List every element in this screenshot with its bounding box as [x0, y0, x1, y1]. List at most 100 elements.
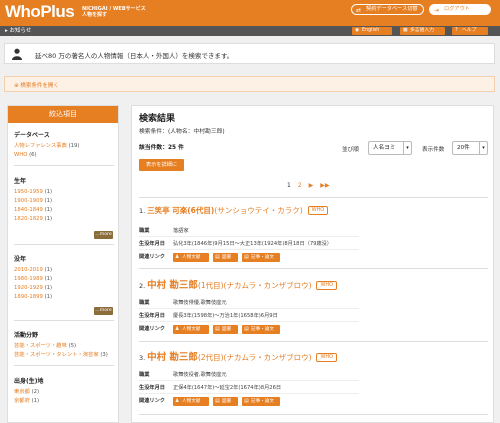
filter-item-count: (1)	[44, 276, 53, 282]
search-condition-toggle-label: ⊕ 検索条件を開く	[14, 83, 59, 89]
notice-link[interactable]: ▸ お知らせ	[5, 26, 31, 36]
contract-db-switch-button[interactable]: ⇄ 契約データベース切替	[351, 4, 424, 15]
chevron-down-icon: ▾	[479, 142, 487, 154]
filter-item-label: 2010-2019	[14, 267, 43, 273]
filter-item-label: 東京都	[14, 389, 30, 395]
filter-item[interactable]: 2010-2019 (1)	[14, 266, 114, 275]
result-name-link[interactable]: 中村 勘三郎	[147, 352, 198, 363]
globe-icon: ◉	[355, 28, 360, 33]
filter-item-label: 1950-1959	[14, 189, 43, 195]
multilingual-input-button[interactable]: ▦ 多言語入力	[400, 27, 445, 35]
divider	[139, 393, 359, 394]
birth-year-more-button[interactable]: ...more	[94, 231, 113, 239]
filter-item[interactable]: 1840-1849 (1)	[14, 206, 114, 215]
search-condition-text: 検索条件：(人物名：中村勘三郎)	[139, 129, 225, 135]
filter-item[interactable]: 芸能・スポーツ・タレント・演芸家 (3)	[14, 351, 114, 360]
search-condition-toggle-text: 検索条件を開く	[20, 83, 59, 89]
divider	[139, 321, 359, 322]
person-literature-label: 人物文献	[182, 255, 201, 260]
articles-button[interactable]: ▤ 記事・論文	[242, 397, 280, 406]
person-literature-label: 人物文献	[182, 399, 201, 404]
per-page-select[interactable]: 20件 ▾	[452, 141, 488, 155]
english-label: English	[362, 28, 380, 33]
english-button[interactable]: ◉ English	[352, 27, 392, 35]
sort-select-value: 人名ヨミ	[373, 145, 396, 151]
page-1: 1	[287, 182, 291, 189]
death-year-more-button[interactable]: ...more	[94, 307, 113, 315]
document-icon: ▤	[244, 398, 249, 404]
document-icon: ▤	[244, 254, 249, 260]
divider	[139, 308, 359, 309]
filter-item[interactable]: 1820-1829 (1)	[14, 215, 114, 224]
links-row: 関連リンク ♟ 人物文献 ▤ 図書 ▤ 記事・論文	[139, 397, 339, 407]
life-value: 慶長3年(1598年)〜万治1年(1658年)6月9日	[173, 313, 278, 319]
pagination: 1 2 ▶ ▶▶	[287, 182, 337, 189]
next-page-link[interactable]: ▶	[309, 182, 314, 189]
job-value: 歌舞伎俳優,歌舞伎座元	[173, 300, 227, 306]
per-page-label: 表示件数	[422, 147, 445, 153]
help-button[interactable]: ? ヘルプ	[452, 27, 488, 35]
result-name-link[interactable]: 三笑亭 可楽(6代目)	[147, 206, 214, 215]
result-reading[interactable]: (2代目)(ナカムラ・カンザブロウ)	[198, 353, 312, 362]
person-literature-button[interactable]: ♟ 人物文献	[173, 325, 209, 334]
job-label: 職業	[139, 300, 150, 306]
filter-item-count: (2)	[31, 389, 40, 395]
filter-item[interactable]: 1900-1909 (1)	[14, 197, 114, 206]
sort-select[interactable]: 人名ヨミ ▾	[368, 141, 412, 155]
books-button[interactable]: ▤ 図書	[213, 397, 238, 406]
filter-section-title: 生年	[14, 178, 27, 185]
result-number: 2.	[139, 282, 146, 290]
links-row: 関連リンク ♟ 人物文献 ▤ 図書 ▤ 記事・論文	[139, 325, 339, 335]
whoplus-logo[interactable]: WhoPlus	[5, 2, 75, 22]
divider	[139, 380, 359, 381]
filter-item-count: (1)	[44, 285, 53, 291]
result-reading[interactable]: (サンショウテイ・カラク)	[214, 206, 302, 215]
result-item: 3. 中村 勘三郎(2代目)(ナカムラ・カンザブロウ) WHO	[139, 349, 488, 363]
job-label: 職業	[139, 372, 150, 378]
filter-item-label: 1890-1899	[14, 294, 43, 300]
who-badge: WHO	[316, 353, 338, 362]
logout-button[interactable]: ⇥ ログアウト	[429, 4, 491, 15]
filter-item[interactable]: 1890-1899 (1)	[14, 293, 114, 302]
person-icon: ♟	[175, 254, 180, 260]
filter-item[interactable]: 1950-1959 (1)	[14, 188, 114, 197]
show-detail-button[interactable]: 表示を詳細に	[139, 159, 184, 171]
filter-item-count: (1)	[44, 198, 53, 204]
logout-icon: ⇥	[434, 7, 440, 14]
filter-item-count: (1)	[31, 398, 40, 404]
books-label: 図書	[222, 327, 232, 332]
filter-item-label: 京都府	[14, 398, 30, 404]
filter-item-label: 芸能・スポーツ・趣味	[14, 343, 67, 349]
result-name-link[interactable]: 中村 勘三郎	[147, 280, 198, 291]
filter-section-birth-year: 生年 1950-1959 (1) 1900-1909 (1) 1840-1849…	[14, 176, 114, 224]
book-icon: ▤	[215, 326, 220, 332]
life-label: 生没年月日	[139, 241, 165, 247]
filter-item[interactable]: 1980-1989 (1)	[14, 275, 114, 284]
logout-label: ログアウト	[444, 6, 470, 12]
filter-item-label: 芸能・スポーツ・タレント・演芸家	[14, 352, 99, 358]
articles-label: 記事・論文	[251, 327, 274, 332]
filter-item[interactable]: 京都府 (1)	[14, 397, 114, 406]
articles-button[interactable]: ▤ 記事・論文	[242, 325, 280, 334]
filter-item[interactable]: 人物レファレンス事典 (19)	[14, 142, 114, 151]
filter-item[interactable]: WHO (6)	[14, 151, 114, 160]
search-condition-toggle[interactable]: ⊕ 検索条件を開く	[4, 76, 495, 92]
filter-section-origin: 出身(生)地 東京都 (2) 京都府 (1)	[14, 376, 114, 406]
filter-item-label: 1920-1929	[14, 285, 43, 291]
articles-button[interactable]: ▤ 記事・論文	[242, 253, 280, 262]
search-results-panel: 検索結果 検索条件：(人物名：中村勘三郎) 該当件数：25 件 並び順 人名ヨミ…	[131, 105, 494, 423]
books-button[interactable]: ▤ 図書	[213, 253, 238, 262]
books-button[interactable]: ▤ 図書	[213, 325, 238, 334]
person-literature-button[interactable]: ♟ 人物文献	[173, 253, 209, 262]
filter-item[interactable]: 1920-1929 (1)	[14, 284, 114, 293]
filter-item[interactable]: 東京都 (2)	[14, 388, 114, 397]
last-page-link[interactable]: ▶▶	[320, 182, 329, 189]
result-number: 1.	[139, 207, 146, 215]
job-value: 歌舞伎役者,歌舞伎座元	[173, 372, 227, 378]
result-reading[interactable]: (1代目)(ナカムラ・カンザブロウ)	[198, 281, 312, 290]
page-2-link[interactable]: 2	[298, 182, 302, 189]
filter-item[interactable]: 芸能・スポーツ・趣味 (5)	[14, 342, 114, 351]
filter-item-label: 1820-1829	[14, 216, 43, 222]
person-literature-button[interactable]: ♟ 人物文献	[173, 397, 209, 406]
filter-item-count: (1)	[44, 207, 53, 213]
